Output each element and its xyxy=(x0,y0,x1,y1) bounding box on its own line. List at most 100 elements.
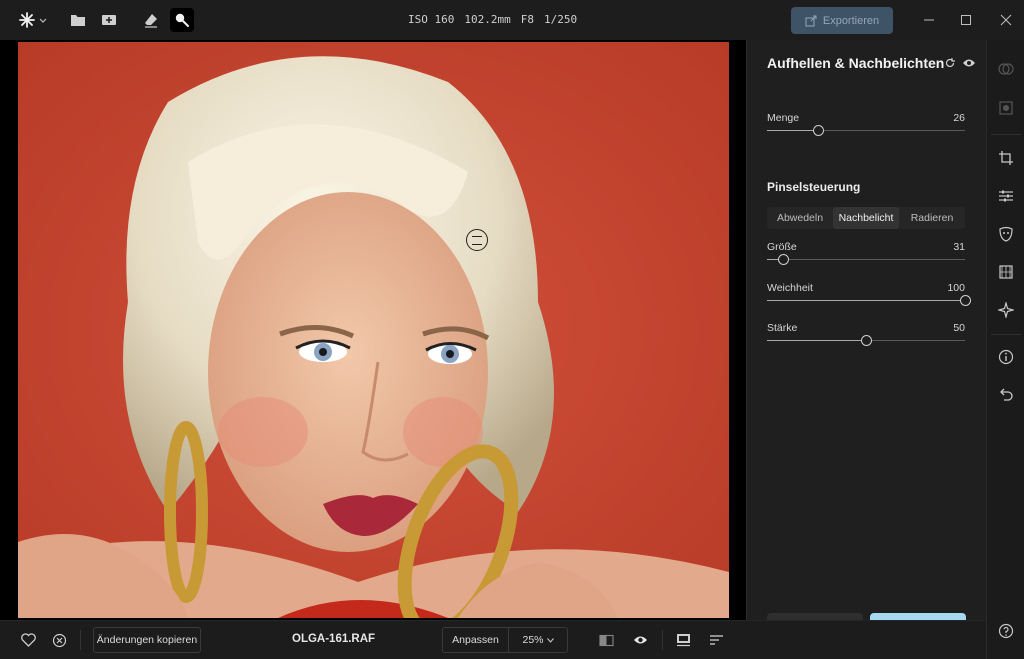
strength-slider[interactable]: Stärke 50 xyxy=(767,322,965,346)
mode-erase[interactable]: Radieren xyxy=(899,207,965,229)
eraser-tool-button[interactable] xyxy=(139,8,163,32)
minimize-icon xyxy=(924,19,934,21)
brush-section-title: Pinselsteuerung xyxy=(767,180,861,194)
minimize-button[interactable] xyxy=(921,12,937,28)
softness-slider[interactable]: Weichheit 100 xyxy=(767,282,971,306)
maximize-icon xyxy=(961,15,971,25)
reject-icon xyxy=(52,633,66,647)
tool-strip xyxy=(986,40,1024,659)
dodge-burn-tool-button[interactable] xyxy=(170,8,194,32)
strength-value: 50 xyxy=(953,322,965,334)
amount-thumb[interactable] xyxy=(813,125,825,136)
strength-track[interactable] xyxy=(767,335,965,346)
mode-burn[interactable]: Nachbelicht xyxy=(833,207,899,229)
portrait-photo[interactable] xyxy=(18,42,729,618)
close-button[interactable] xyxy=(998,12,1014,28)
softness-track[interactable] xyxy=(767,295,971,306)
close-icon xyxy=(1000,14,1012,26)
ai-enhance-tool[interactable] xyxy=(997,301,1015,319)
layers-icon xyxy=(998,63,1014,75)
adjust-tool[interactable] xyxy=(997,187,1015,205)
portrait-tool[interactable] xyxy=(997,225,1015,243)
reset-button[interactable] xyxy=(944,56,956,74)
amount-value: 26 xyxy=(953,112,965,124)
grid-icon xyxy=(999,265,1013,279)
zoom-controls: Anpassen 25% xyxy=(442,627,568,653)
help-icon xyxy=(998,623,1014,639)
size-value: 31 xyxy=(953,241,965,253)
file-name: OLGA-161.RAF xyxy=(292,633,376,645)
fit-button[interactable]: Anpassen xyxy=(443,628,509,652)
brush-mode-selector: Abwedeln Nachbelicht Radieren xyxy=(767,207,965,229)
mode-dodge[interactable]: Abwedeln xyxy=(767,207,833,229)
size-thumb[interactable] xyxy=(777,254,789,265)
bottom-separator xyxy=(80,630,81,650)
sparkle-icon xyxy=(998,302,1014,318)
maximize-button[interactable] xyxy=(958,12,974,28)
sort-button[interactable] xyxy=(708,632,724,648)
mask-tool[interactable] xyxy=(997,99,1015,117)
strength-label: Stärke xyxy=(767,322,798,334)
softness-fill xyxy=(767,300,965,301)
portrait-illustration xyxy=(18,42,729,618)
photo-canvas[interactable] xyxy=(0,40,746,620)
panel-title: Aufhellen & Nachbelichten xyxy=(767,55,945,71)
sort-icon xyxy=(709,635,723,645)
eye-icon xyxy=(963,59,975,67)
softness-label: Weichheit xyxy=(767,282,813,294)
adjustment-panel: Aufhellen & Nachbelichten Menge 26 Pinse… xyxy=(746,40,986,640)
compare-button[interactable] xyxy=(598,632,614,648)
eye-icon xyxy=(633,636,647,644)
tool-separator xyxy=(991,134,1021,135)
size-slider[interactable]: Größe 31 xyxy=(767,241,965,265)
exif-shutter: 1/250 xyxy=(543,13,578,26)
filmstrip-icon xyxy=(676,634,690,647)
info-tool[interactable] xyxy=(997,348,1015,366)
layers-tool[interactable] xyxy=(997,60,1015,78)
size-track[interactable] xyxy=(767,254,965,265)
amount-label: Menge xyxy=(767,112,800,124)
reject-button[interactable] xyxy=(51,632,67,648)
help-button[interactable] xyxy=(997,622,1015,640)
tool-separator xyxy=(991,334,1021,335)
compare-icon xyxy=(598,634,614,646)
copy-edits-button[interactable]: Änderungen kopieren xyxy=(93,627,201,653)
exif-aperture: F8 xyxy=(520,13,534,26)
folder-button[interactable] xyxy=(66,8,90,32)
zoom-dropdown[interactable]: 25% xyxy=(509,628,567,652)
softness-thumb[interactable] xyxy=(960,295,971,306)
title-bar: ISO 160 102.2mm F8 1/250 Exportieren xyxy=(0,0,1024,40)
strength-thumb[interactable] xyxy=(861,335,872,346)
export-label: Exportieren xyxy=(822,14,880,27)
undo-icon xyxy=(1000,388,1013,401)
export-icon xyxy=(805,15,817,26)
info-icon xyxy=(998,349,1014,365)
toggle-visibility-button[interactable] xyxy=(962,56,976,74)
panel-title-actions xyxy=(944,56,976,74)
exif-focal-length: 102.2mm xyxy=(464,13,511,26)
preview-button[interactable] xyxy=(632,632,648,648)
face-icon xyxy=(999,226,1013,242)
size-label: Größe xyxy=(767,241,797,253)
history-tool[interactable] xyxy=(997,385,1015,403)
app-menu-button[interactable] xyxy=(16,8,50,32)
heart-icon xyxy=(20,633,36,647)
amount-track[interactable] xyxy=(767,125,965,136)
spark-logo-icon xyxy=(19,12,47,28)
crop-icon xyxy=(999,151,1013,165)
amount-fill xyxy=(767,130,819,131)
bottom-separator xyxy=(662,630,663,650)
grid-tool[interactable] xyxy=(997,263,1015,281)
exif-iso: ISO 160 xyxy=(408,13,455,26)
exif-info: ISO 160 102.2mm F8 1/250 xyxy=(408,13,577,26)
export-button[interactable]: Exportieren xyxy=(791,7,893,34)
filmstrip-button[interactable] xyxy=(675,632,691,648)
image-add-icon xyxy=(102,15,116,25)
import-button[interactable] xyxy=(97,8,121,32)
brush-tool-icon xyxy=(175,13,189,27)
favorite-button[interactable] xyxy=(20,632,36,648)
zoom-value: 25% xyxy=(522,634,544,646)
crop-tool[interactable] xyxy=(997,149,1015,167)
sliders-icon xyxy=(999,190,1013,202)
amount-slider[interactable]: Menge 26 xyxy=(767,112,965,136)
